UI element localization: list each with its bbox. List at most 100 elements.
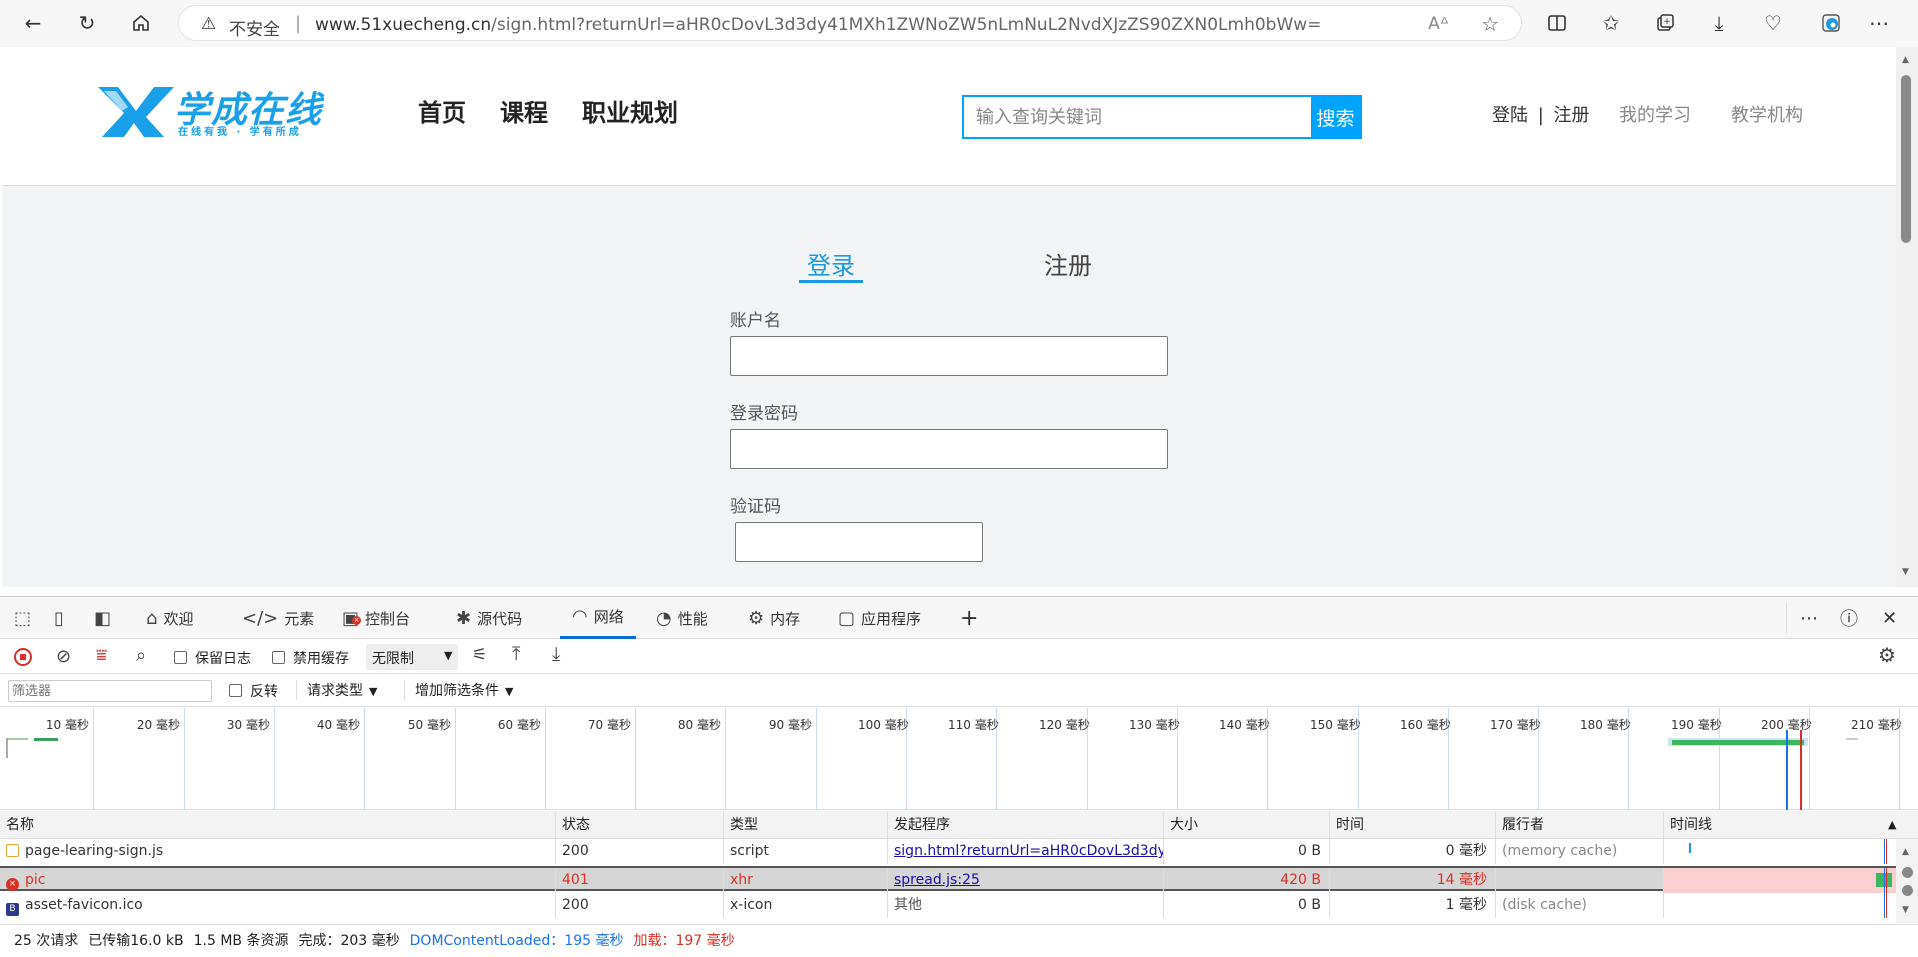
scroll-down-icon[interactable]: ▼ bbox=[1902, 567, 1909, 577]
table-scrollbar[interactable]: ▲ ▼ bbox=[1896, 839, 1918, 923]
login-link[interactable]: 登陆 bbox=[1492, 105, 1528, 126]
column-time[interactable]: 时间 bbox=[1330, 811, 1496, 839]
inspect-icon[interactable]: ⬚ bbox=[14, 597, 37, 639]
captcha-input[interactable] bbox=[735, 522, 983, 562]
nav-courses[interactable]: 课程 bbox=[500, 93, 548, 128]
refresh-icon[interactable]: ↻ bbox=[72, 8, 102, 38]
edge-icon[interactable] bbox=[1816, 8, 1846, 38]
url-text[interactable]: www.51xuecheng.cn/sign.html?returnUrl=aH… bbox=[315, 15, 1321, 35]
tab-register[interactable]: 注册 bbox=[1044, 246, 1092, 281]
disable-cache-label: 禁用缓存 bbox=[293, 651, 349, 667]
home-icon[interactable] bbox=[126, 8, 156, 38]
import-har-icon[interactable]: ⤒ bbox=[512, 643, 520, 665]
tab-elements[interactable]: </> 元素 bbox=[242, 597, 314, 639]
filter-input[interactable] bbox=[8, 680, 212, 702]
warning-icon[interactable]: ⚠ bbox=[201, 14, 216, 34]
cell-waterfall bbox=[1664, 893, 1896, 918]
nav-career[interactable]: 职业规划 bbox=[582, 93, 678, 128]
downloads-icon[interactable]: ⤓ bbox=[1704, 8, 1734, 38]
tab-welcome[interactable]: ⌂ 欢迎 bbox=[146, 597, 193, 639]
device-emulation-icon[interactable]: ▯ bbox=[54, 597, 70, 639]
tab-console[interactable]: ▣ × 控制台 bbox=[342, 597, 410, 639]
timeline-tick-label: 50 毫秒 bbox=[407, 718, 451, 732]
cell-initiator[interactable]: spread.js:25 bbox=[888, 868, 1164, 893]
security-label[interactable]: 不安全 bbox=[229, 15, 280, 40]
timeline-tick-label: 20 毫秒 bbox=[136, 718, 180, 732]
load-line bbox=[1886, 868, 1887, 893]
column-initiator[interactable]: 发起程序 bbox=[888, 811, 1164, 839]
favorites-icon[interactable]: ✩ bbox=[1596, 8, 1626, 38]
more-tools-icon[interactable]: ⋯ bbox=[1800, 597, 1818, 639]
tab-network[interactable]: ◠ 网络 bbox=[560, 597, 636, 639]
tab-sources[interactable]: ✱ 源代码 bbox=[456, 597, 522, 639]
close-devtools-icon[interactable]: ✕ bbox=[1882, 597, 1897, 639]
password-input[interactable] bbox=[730, 429, 1168, 469]
tab-application[interactable]: ▢ 应用程序 bbox=[838, 597, 921, 639]
export-har-icon[interactable]: ⤓ bbox=[552, 643, 560, 665]
chevron-down-icon: ▼ bbox=[505, 685, 514, 698]
scrollbar-thumb[interactable] bbox=[1902, 867, 1913, 878]
collections-icon[interactable]: + bbox=[1650, 8, 1680, 38]
cell-time: 0 毫秒 bbox=[1330, 839, 1496, 864]
column-name[interactable]: 名称 bbox=[0, 811, 556, 839]
table-row[interactable]: × pic 401 xhr spread.js:25 420 B 14 毫秒 bbox=[0, 866, 1918, 893]
request-type-dropdown[interactable]: 请求类型 ▼ bbox=[307, 680, 377, 700]
search-button[interactable]: 搜索 bbox=[1311, 97, 1360, 137]
network-conditions-icon[interactable]: ⚟ bbox=[472, 645, 487, 665]
preserve-log-checkbox[interactable] bbox=[174, 651, 187, 664]
column-waterfall[interactable]: 时间线 bbox=[1664, 811, 1896, 839]
scroll-up-icon[interactable]: ▲ bbox=[1902, 847, 1909, 857]
scrollbar-thumb[interactable] bbox=[1901, 75, 1911, 243]
request-name[interactable]: asset-favicon.ico bbox=[25, 897, 143, 913]
favorite-star-icon[interactable]: ☆ bbox=[1481, 12, 1499, 36]
invert-checkbox[interactable] bbox=[229, 684, 242, 697]
more-filters-dropdown[interactable]: 增加筛选条件 ▼ bbox=[415, 680, 513, 700]
sort-up-icon[interactable]: ▲ bbox=[1888, 818, 1896, 831]
site-logo[interactable]: 学成在线 在线有我 · 学有所成 bbox=[96, 81, 342, 139]
column-fulfilled-by[interactable]: 履行者 bbox=[1496, 811, 1664, 839]
scroll-up-icon[interactable]: ▲ bbox=[1902, 55, 1909, 65]
add-tab-icon[interactable]: + bbox=[960, 597, 978, 639]
settings-gear-icon[interactable]: ⚙ bbox=[1878, 643, 1896, 667]
tab-performance[interactable]: ◔ 性能 bbox=[656, 597, 708, 639]
help-icon[interactable]: ⓘ bbox=[1840, 597, 1858, 639]
account-input[interactable] bbox=[730, 336, 1168, 376]
more-menu-icon[interactable]: ⋯ bbox=[1864, 8, 1894, 38]
institution-link[interactable]: 教学机构 bbox=[1731, 101, 1803, 127]
nav-home[interactable]: 首页 bbox=[418, 93, 466, 128]
column-type[interactable]: 类型 bbox=[724, 811, 888, 839]
browser-essentials-icon[interactable]: ♡ bbox=[1758, 8, 1788, 38]
address-bar[interactable]: ⚠ 不安全 | www.51xuecheng.cn/sign.html?retu… bbox=[178, 5, 1522, 41]
scroll-down-icon[interactable]: ▼ bbox=[1902, 905, 1909, 915]
disable-cache-checkbox[interactable] bbox=[272, 651, 285, 664]
column-status[interactable]: 状态 bbox=[556, 811, 724, 839]
dock-side-icon[interactable]: ◧ bbox=[94, 597, 117, 639]
clear-icon[interactable]: ⊘ bbox=[56, 646, 71, 667]
column-size[interactable]: 大小 bbox=[1164, 811, 1330, 839]
filter-icon[interactable]: ⩸ bbox=[96, 645, 107, 666]
logo-sub-text: 在线有我 · 学有所成 bbox=[178, 127, 302, 138]
register-link[interactable]: 注册 bbox=[1554, 105, 1590, 126]
cell-status: 200 bbox=[556, 893, 724, 918]
request-name[interactable]: page-learing-sign.js bbox=[25, 843, 163, 859]
request-name[interactable]: pic bbox=[25, 872, 45, 888]
scrollbar-thumb-2[interactable] bbox=[1902, 885, 1913, 896]
cell-initiator[interactable]: sign.html?returnUrl=aHR0cDovL3d3dy... bbox=[888, 839, 1164, 864]
page-scrollbar[interactable]: ▲ ▼ bbox=[1896, 47, 1918, 587]
more-filters-label: 增加筛选条件 bbox=[415, 683, 499, 699]
table-row[interactable]: Basset-favicon.ico 200 x-icon 其他 0 B1 毫秒 (dis… bbox=[0, 893, 1918, 918]
record-stop-icon[interactable] bbox=[14, 648, 32, 666]
search-icon[interactable]: ⌕ bbox=[136, 645, 146, 666]
network-overview-timeline[interactable]: 10 毫秒 20 毫秒 30 毫秒 40 毫秒 50 毫秒 60 毫秒 70 毫秒 80 毫秒… bbox=[0, 708, 1918, 810]
tab-login[interactable]: 登录 bbox=[807, 246, 855, 281]
read-aloud-icon[interactable]: Aᐞ bbox=[1428, 14, 1449, 34]
filter-divider bbox=[296, 680, 297, 700]
tab-memory[interactable]: ⚙ 内存 bbox=[748, 597, 800, 639]
my-learning-link[interactable]: 我的学习 bbox=[1619, 101, 1691, 127]
overview-bar bbox=[1846, 738, 1858, 740]
search-input[interactable] bbox=[964, 97, 1315, 137]
throttle-select[interactable]: 无限制 ▼ bbox=[366, 644, 458, 670]
back-icon[interactable]: ← bbox=[18, 8, 48, 38]
table-row[interactable]: page-learing-sign.js 200 script sign.html?r… bbox=[0, 839, 1918, 864]
split-screen-icon[interactable] bbox=[1542, 8, 1572, 38]
